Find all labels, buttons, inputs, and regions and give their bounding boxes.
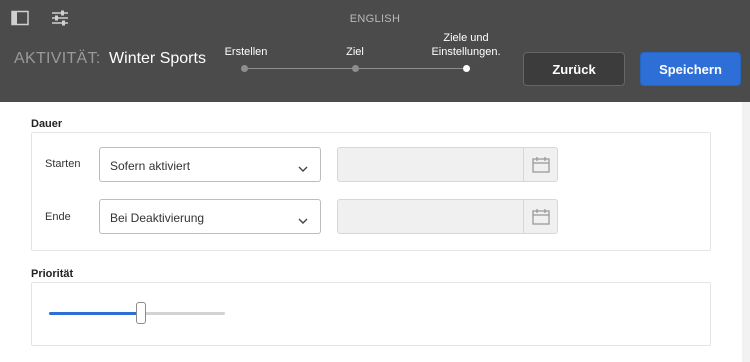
activity-name: Winter Sports xyxy=(109,50,206,67)
step-dot-create[interactable] xyxy=(241,65,248,72)
activity-title: AKTIVITÄT: Winter Sports xyxy=(14,50,206,68)
start-select[interactable]: Sofern aktiviert xyxy=(99,147,321,182)
start-date-calendar-button[interactable] xyxy=(523,148,557,181)
priority-title: Priorität xyxy=(31,268,74,280)
calendar-icon xyxy=(532,157,550,173)
end-date-field[interactable] xyxy=(337,199,558,234)
start-date-field[interactable] xyxy=(337,147,558,182)
step-dot-target[interactable] xyxy=(352,65,359,72)
chevron-down-icon xyxy=(298,212,308,224)
back-button[interactable]: Zurück xyxy=(523,52,625,86)
language-indicator: ENGLISH xyxy=(349,13,401,25)
start-label: Starten xyxy=(45,158,81,170)
priority-slider-handle[interactable] xyxy=(136,302,146,324)
end-select[interactable]: Bei Deaktivierung xyxy=(99,199,321,234)
step-label-target[interactable]: Ziel xyxy=(330,45,380,59)
duration-title: Dauer xyxy=(31,118,63,130)
step-dot-goals[interactable] xyxy=(463,65,470,72)
scrollbar[interactable] xyxy=(742,102,750,362)
end-select-value: Bei Deaktivierung xyxy=(110,211,205,225)
start-select-value: Sofern aktiviert xyxy=(110,159,191,173)
end-date-calendar-button[interactable] xyxy=(523,200,557,233)
save-button[interactable]: Speichern xyxy=(640,52,741,86)
top-bar: ENGLISH AKTIVITÄT: Winter Sports Erstell… xyxy=(0,0,750,102)
chevron-down-icon xyxy=(298,160,308,172)
activity-label: AKTIVITÄT: xyxy=(14,50,101,67)
priority-slider-fill xyxy=(49,312,137,315)
step-label-goals[interactable]: Ziele und Einstellungen. xyxy=(424,31,508,59)
step-label-create[interactable]: Erstellen xyxy=(214,45,278,59)
end-label: Ende xyxy=(45,211,71,223)
calendar-icon xyxy=(532,209,550,225)
